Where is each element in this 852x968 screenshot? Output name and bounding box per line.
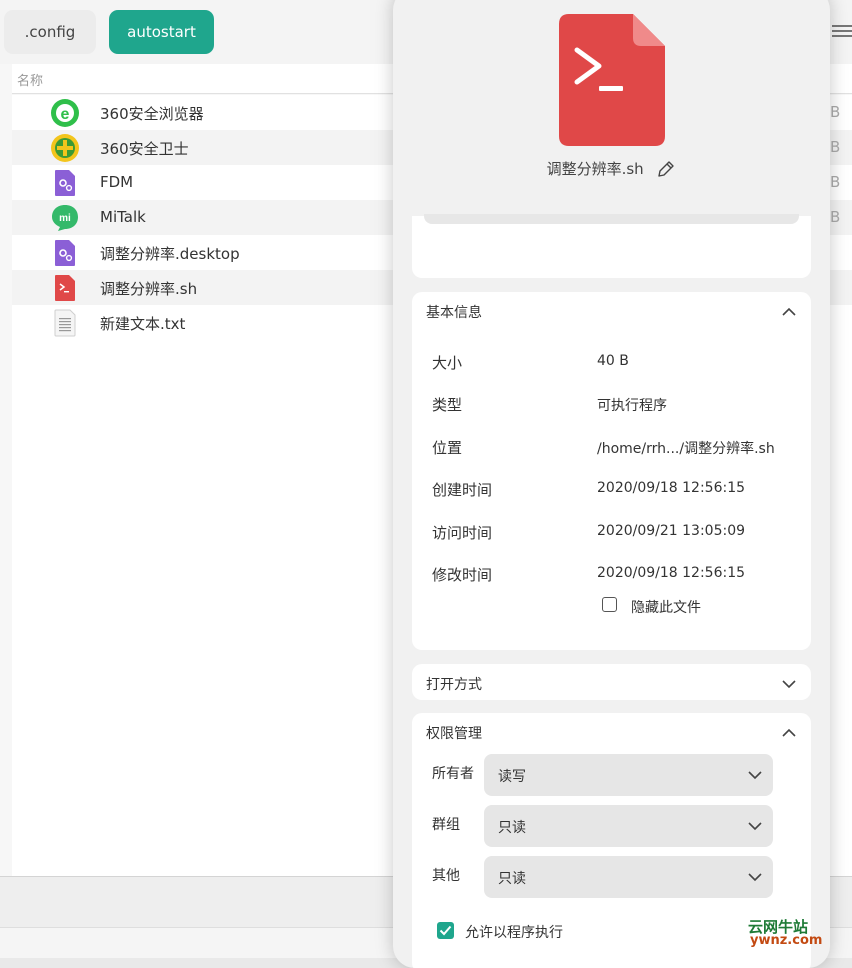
size-value: 40 B	[597, 353, 629, 369]
basic-info-title[interactable]: 基本信息	[426, 302, 482, 322]
check-icon	[439, 925, 452, 936]
others-label: 其他	[432, 868, 460, 884]
file-size: B	[830, 103, 841, 121]
file-name: 360安全卫士	[100, 140, 189, 158]
file-name: 360安全浏览器	[100, 105, 204, 123]
file-name-area: 调整分辨率.sh	[393, 158, 830, 179]
file-properties-dialog: 调整分辨率.sh 基本信息 大小 40 B 类型 可执行程序 位置 /home/…	[393, 0, 830, 968]
open-with-card[interactable]: 打开方式	[412, 664, 811, 700]
others-permission-value: 只读	[498, 871, 526, 887]
owner-label: 所有者	[432, 766, 474, 782]
hide-file-checkbox[interactable]	[602, 597, 617, 612]
allow-exec-label[interactable]: 允许以程序执行	[465, 922, 563, 942]
location-value: /home/rrh.../调整分辨率.sh	[597, 441, 775, 457]
shell-script-icon	[55, 275, 75, 301]
open-with-title[interactable]: 打开方式	[426, 674, 482, 694]
group-permission-value: 只读	[498, 820, 526, 836]
chevron-down-icon	[748, 771, 762, 780]
file-size: B	[830, 208, 841, 226]
file-name: MiTalk	[100, 208, 146, 226]
breadcrumb-autostart[interactable]: autostart	[109, 10, 214, 54]
type-value: 可执行程序	[597, 398, 667, 414]
modified-time-value: 2020/09/18 12:56:15	[597, 565, 746, 581]
text-file-icon	[54, 309, 76, 337]
chevron-up-icon[interactable]	[781, 725, 797, 741]
breadcrumb-config[interactable]: .config	[4, 10, 96, 54]
svg-text:e: e	[61, 106, 70, 123]
tag-input[interactable]	[424, 214, 799, 224]
desktop-file-icon	[55, 170, 75, 196]
group-label: 群组	[432, 817, 460, 833]
chevron-down-icon[interactable]	[781, 676, 797, 692]
mitalk-icon: mi	[52, 205, 78, 231]
group-permission-select[interactable]: 只读	[484, 805, 773, 847]
chevron-down-icon	[748, 822, 762, 831]
accessed-time-label: 访问时间	[432, 524, 493, 542]
accessed-time-value: 2020/09/21 13:05:09	[597, 523, 746, 539]
owner-permission-value: 读写	[498, 769, 526, 785]
list-view-icon[interactable]	[832, 25, 852, 41]
security-360-icon	[51, 134, 79, 162]
permissions-title[interactable]: 权限管理	[426, 723, 482, 743]
chevron-up-icon[interactable]	[781, 304, 797, 320]
file-size: B	[830, 173, 841, 191]
watermark-url: ywnz.com	[750, 933, 823, 948]
size-label: 大小	[432, 354, 463, 372]
file-name: 调整分辨率.desktop	[100, 245, 240, 263]
svg-text:mi: mi	[59, 213, 71, 224]
file-name: FDM	[100, 173, 134, 191]
dialog-file-name: 调整分辨率.sh	[546, 160, 644, 178]
type-label: 类型	[432, 396, 463, 414]
edit-pencil-icon[interactable]	[656, 159, 676, 179]
created-time-value: 2020/09/18 12:56:15	[597, 480, 746, 496]
column-name-header[interactable]: 名称	[17, 70, 43, 89]
browser-360-icon: e	[51, 99, 79, 127]
desktop-file-icon	[55, 240, 75, 266]
owner-permission-select[interactable]: 读写	[484, 754, 773, 796]
hide-file-label[interactable]: 隐藏此文件	[631, 597, 701, 617]
modified-time-label: 修改时间	[432, 566, 493, 584]
terminal-script-icon	[559, 14, 665, 146]
others-permission-select[interactable]: 只读	[484, 856, 773, 898]
file-name: 调整分辨率.sh	[100, 280, 198, 298]
chevron-down-icon	[748, 873, 762, 882]
basic-info-card: 基本信息 大小 40 B 类型 可执行程序 位置 /home/rrh.../调整…	[412, 292, 811, 650]
file-name: 新建文本.txt	[100, 315, 186, 333]
allow-exec-checkbox[interactable]	[437, 922, 454, 939]
tag-area	[412, 214, 811, 278]
created-time-label: 创建时间	[432, 481, 493, 499]
location-label: 位置	[432, 439, 463, 457]
file-size: B	[830, 138, 841, 156]
